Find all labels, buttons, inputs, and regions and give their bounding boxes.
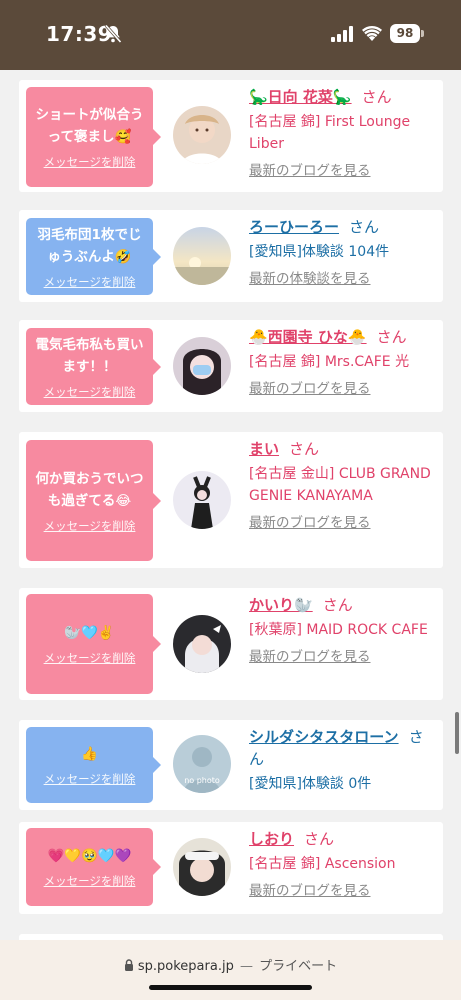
avatar[interactable] xyxy=(173,337,231,395)
latest-link[interactable]: 最新のブログを見る xyxy=(249,159,439,179)
profile-name-link[interactable]: 🐣西園寺 ひな🐣 xyxy=(249,328,367,346)
status-bar: 17:39 98 xyxy=(0,0,461,70)
battery-tip xyxy=(421,30,424,37)
latest-link[interactable]: 最新のブログを見る xyxy=(249,511,439,531)
message-text: ショートが似合うって褒まし🥰 xyxy=(35,107,144,145)
avatar[interactable] xyxy=(173,615,231,673)
profile-name-link[interactable]: 🦕日向 花菜🦕 xyxy=(249,88,352,106)
private-mode-label: プライベート xyxy=(259,959,338,974)
profile-name-link[interactable]: まい xyxy=(249,440,279,458)
shop-link[interactable]: [名古屋 錦] First Lounge Liber xyxy=(249,111,439,155)
message-bubble: 💗💛🥹🩵💜 メッセージを削除 xyxy=(26,828,161,906)
signal-icon xyxy=(331,26,353,42)
message-text: 💗💛🥹🩵💜 xyxy=(47,848,132,864)
wifi-icon xyxy=(362,25,382,41)
scrollbar-thumb[interactable] xyxy=(455,712,459,754)
delete-message-link[interactable]: メッセージを削除 xyxy=(44,154,136,170)
message-bubble: 電気毛布私も買います！！ メッセージを削除 xyxy=(26,328,161,405)
list-item: 👍 メッセージを削除 no photo シルダシタスタローン さん [愛知県]体験… xyxy=(19,720,443,810)
profile-info: まい さん [名古屋 金山] CLUB GRAND GENIE KANAYAMA … xyxy=(249,438,439,531)
honorific: さん xyxy=(289,440,320,458)
delete-message-link[interactable]: メッセージを削除 xyxy=(44,518,136,534)
status-time: 17:39 xyxy=(46,22,113,46)
shop-link[interactable]: [名古屋 錦] Mrs.CAFE 光 xyxy=(249,351,439,373)
avatar[interactable] xyxy=(173,838,231,896)
message-text: 何か買おうでいつも過ぎてる😂 xyxy=(35,470,144,509)
list-item: 🦭🩵✌️ メッセージを削除 かいり🦭 さん [秋葉原] MAID ROCK CAF… xyxy=(19,588,443,700)
profile-name-link[interactable]: かいり🦭 xyxy=(249,596,313,614)
delete-message-link[interactable]: メッセージを削除 xyxy=(44,650,136,666)
address-bar[interactable]: sp.pokepara.jp — プライベート xyxy=(0,955,461,974)
battery-level: 98 xyxy=(390,24,420,43)
message-text: 電気毛布私も買います！！ xyxy=(35,336,144,375)
avatar[interactable] xyxy=(173,471,231,529)
lock-icon xyxy=(124,959,133,971)
shop-link[interactable]: [名古屋 金山] CLUB GRAND GENIE KANAYAMA xyxy=(249,463,439,507)
avatar[interactable] xyxy=(173,227,231,285)
list-item: 何か買おうでいつも過ぎてる😂 メッセージを削除 まい さん [名古屋 金山] CL… xyxy=(19,432,443,568)
list-item: 羽毛布団1枚でじゅうぶんよ🤣 メッセージを削除 ろーひーろー さん [愛知県]体験… xyxy=(19,210,443,302)
review-count-link[interactable]: [愛知県]体験談 0件 xyxy=(249,773,434,795)
message-feed[interactable]: ショートが似合うって褒まし🥰 メッセージを削除 🦕日向 花菜🦕 さん [名古屋 錦… xyxy=(0,70,461,940)
delete-message-link[interactable]: メッセージを削除 xyxy=(44,384,136,400)
avatar[interactable] xyxy=(173,106,231,164)
delete-message-link[interactable]: メッセージを削除 xyxy=(44,274,136,290)
home-indicator[interactable] xyxy=(149,985,312,990)
profile-info: しおり さん [名古屋 錦] Ascension 最新のブログを見る xyxy=(249,828,439,899)
url-separator: — xyxy=(239,959,253,974)
message-text: 👍 xyxy=(81,746,98,762)
review-count-link[interactable]: [愛知県]体験談 104件 xyxy=(249,241,439,263)
url-domain: sp.pokepara.jp xyxy=(137,959,234,974)
message-bubble: 何か買おうでいつも過ぎてる😂 メッセージを削除 xyxy=(26,440,161,561)
honorific: さん xyxy=(322,596,353,614)
avatar[interactable]: no photo xyxy=(173,735,231,793)
message-text: 🦭🩵✌️ xyxy=(64,625,115,641)
message-bubble: 🦭🩵✌️ メッセージを削除 xyxy=(26,594,161,694)
shop-link[interactable]: [名古屋 錦] Ascension xyxy=(249,853,439,875)
list-item: ショートが似合うって褒まし🥰 メッセージを削除 🦕日向 花菜🦕 さん [名古屋 錦… xyxy=(19,80,443,192)
profile-info: シルダシタスタローン さん [愛知県]体験談 0件 xyxy=(249,726,434,795)
shop-link[interactable]: [秋葉原] MAID ROCK CAFE xyxy=(249,619,439,641)
delete-message-link[interactable]: メッセージを削除 xyxy=(44,873,136,889)
bell-slash-icon xyxy=(104,24,122,43)
latest-link[interactable]: 最新のブログを見る xyxy=(249,879,439,899)
profile-info: ろーひーろー さん [愛知県]体験談 104件 最新の体験談を見る xyxy=(249,216,439,287)
profile-name-link[interactable]: しおり xyxy=(249,830,294,848)
delete-message-link[interactable]: メッセージを削除 xyxy=(44,771,136,787)
profile-name-link[interactable]: シルダシタスタローン xyxy=(249,728,399,746)
honorific: さん xyxy=(361,88,392,106)
honorific: さん xyxy=(349,218,380,236)
message-bubble: 羽毛布団1枚でじゅうぶんよ🤣 メッセージを削除 xyxy=(26,218,161,295)
list-item: 💗💛🥹🩵💜 メッセージを削除 しおり さん [名古屋 錦] Ascension 最… xyxy=(19,822,443,914)
profile-info: 🦕日向 花菜🦕 さん [名古屋 錦] First Lounge Liber 最新の… xyxy=(249,86,439,179)
message-bubble: ショートが似合うって褒まし🥰 メッセージを削除 xyxy=(26,87,161,187)
latest-link[interactable]: 最新のブログを見る xyxy=(249,377,439,397)
profile-info: かいり🦭 さん [秋葉原] MAID ROCK CAFE 最新のブログを見る xyxy=(249,594,439,665)
profile-info: 🐣西園寺 ひな🐣 さん [名古屋 錦] Mrs.CAFE 光 最新のブログを見る xyxy=(249,326,439,397)
profile-name-link[interactable]: ろーひーろー xyxy=(249,218,339,236)
latest-link[interactable]: 最新のブログを見る xyxy=(249,645,439,665)
browser-bottom-bar: sp.pokepara.jp — プライベート xyxy=(0,940,461,1000)
no-photo-label: no photo xyxy=(184,776,220,785)
latest-link[interactable]: 最新の体験談を見る xyxy=(249,267,439,287)
message-text: 羽毛布団1枚でじゅうぶんよ🤣 xyxy=(37,226,142,265)
honorific: さん xyxy=(376,328,407,346)
honorific: さん xyxy=(304,830,335,848)
list-item: 電気毛布私も買います！！ メッセージを削除 🐣西園寺 ひな🐣 さん [名古屋 錦]… xyxy=(19,320,443,412)
message-bubble: 👍 メッセージを削除 xyxy=(26,727,161,803)
